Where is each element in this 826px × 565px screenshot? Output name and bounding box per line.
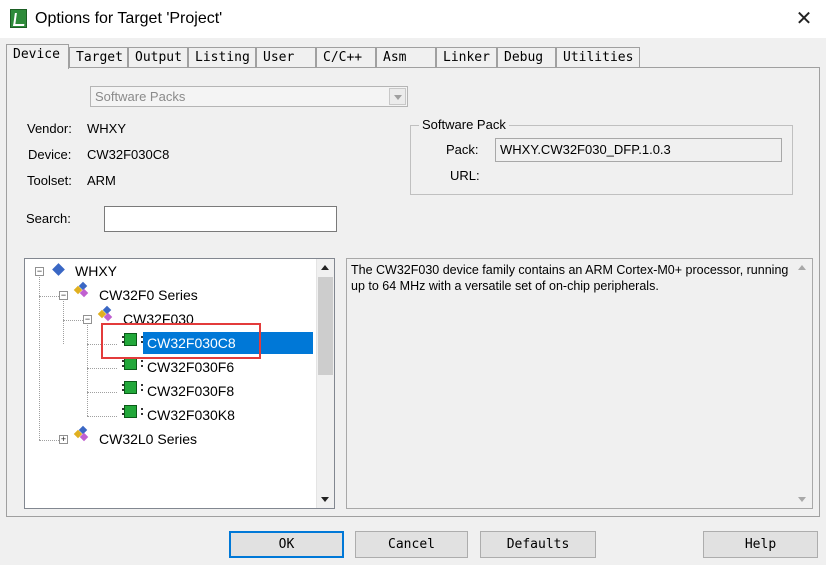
help-button[interactable]: Help [703, 531, 818, 558]
toolset-label: Toolset: [27, 173, 72, 188]
tree-item-series[interactable]: CW32F0 Series [99, 284, 198, 306]
close-icon[interactable]: ✕ [790, 6, 818, 32]
vendor-icon [52, 263, 65, 276]
vendor-label: Vendor: [27, 121, 72, 136]
chip-icon [122, 381, 143, 394]
search-label: Search: [26, 211, 71, 226]
highlight-box [101, 323, 261, 359]
tab-debug[interactable]: Debug [497, 47, 556, 68]
tab-asm[interactable]: Asm [376, 47, 436, 68]
pack-label: Pack: [446, 142, 479, 157]
family-icon [73, 425, 89, 442]
tab-device[interactable]: Device [6, 44, 69, 69]
scroll-up-icon[interactable] [317, 259, 334, 276]
device-label: Device: [28, 147, 72, 162]
device-tree[interactable]: − WHXY − CW32F0 Series − CW32F030 CW32F0… [24, 258, 335, 509]
software-pack-group: Software Pack Pack: WHXY.CW32F030_DFP.1.… [410, 117, 793, 195]
collapse-icon[interactable]: − [35, 267, 44, 276]
chevron-down-icon[interactable] [389, 88, 406, 105]
search-input[interactable] [104, 206, 337, 232]
tree-item-device[interactable]: CW32F030K8 [147, 404, 235, 426]
scroll-down-icon[interactable] [794, 491, 811, 508]
window-title: Options for Target 'Project' [35, 10, 223, 27]
tree-item-vendor[interactable]: WHXY [75, 260, 117, 282]
tree-line [63, 320, 83, 321]
tree-item-device[interactable]: CW32F030F6 [147, 356, 234, 378]
scroll-up-icon[interactable] [794, 259, 811, 276]
vendor-value: WHXY [87, 121, 126, 136]
tab-utilities[interactable]: Utilities [556, 47, 640, 68]
collapse-icon[interactable]: − [83, 315, 92, 324]
options-dialog: Device Target Output Listing User C/C++ … [0, 38, 826, 565]
database-select[interactable]: Software Packs [90, 86, 408, 107]
tree-item-series[interactable]: CW32L0 Series [99, 428, 197, 450]
tab-output[interactable]: Output [128, 47, 188, 68]
tab-linker[interactable]: Linker [436, 47, 497, 68]
url-label: URL: [450, 168, 480, 183]
description-scrollbar[interactable] [794, 259, 812, 508]
subfamily-icon [97, 305, 113, 322]
device-value: CW32F030C8 [87, 147, 170, 162]
tree-line [87, 416, 117, 417]
database-select-value: Software Packs [95, 89, 186, 104]
chip-icon [122, 405, 143, 418]
expand-icon[interactable]: + [59, 435, 68, 444]
scroll-thumb[interactable] [318, 277, 333, 375]
title-bar: Options for Target 'Project' ✕ [0, 0, 826, 38]
toolset-value: ARM [87, 173, 116, 188]
device-tab-panel: Software Packs Vendor: WHXY Device: CW32… [6, 67, 820, 517]
keil-app-icon [10, 9, 27, 28]
defaults-button[interactable]: Defaults [480, 531, 596, 558]
tree-line [39, 296, 59, 297]
cancel-button[interactable]: Cancel [355, 531, 468, 558]
software-pack-title: Software Pack [419, 117, 509, 132]
family-icon [73, 281, 89, 298]
pack-field: WHXY.CW32F030_DFP.1.0.3 [495, 138, 782, 162]
tab-listing[interactable]: Listing [188, 47, 256, 68]
collapse-icon[interactable]: − [59, 291, 68, 300]
tree-line [39, 273, 40, 440]
tab-c-cpp[interactable]: C/C++ [316, 47, 376, 68]
ok-button[interactable]: OK [229, 531, 344, 558]
tab-user[interactable]: User [256, 47, 316, 68]
tree-line [87, 392, 117, 393]
tree-item-device[interactable]: CW32F030F8 [147, 380, 234, 402]
tree-scrollbar[interactable] [316, 259, 334, 508]
device-description: The CW32F030 device family contains an A… [346, 258, 813, 509]
scroll-down-icon[interactable] [317, 491, 334, 508]
tab-target[interactable]: Target [69, 47, 128, 68]
tree-line [87, 368, 117, 369]
description-text: The CW32F030 device family contains an A… [351, 263, 789, 293]
tree-line [39, 440, 59, 441]
